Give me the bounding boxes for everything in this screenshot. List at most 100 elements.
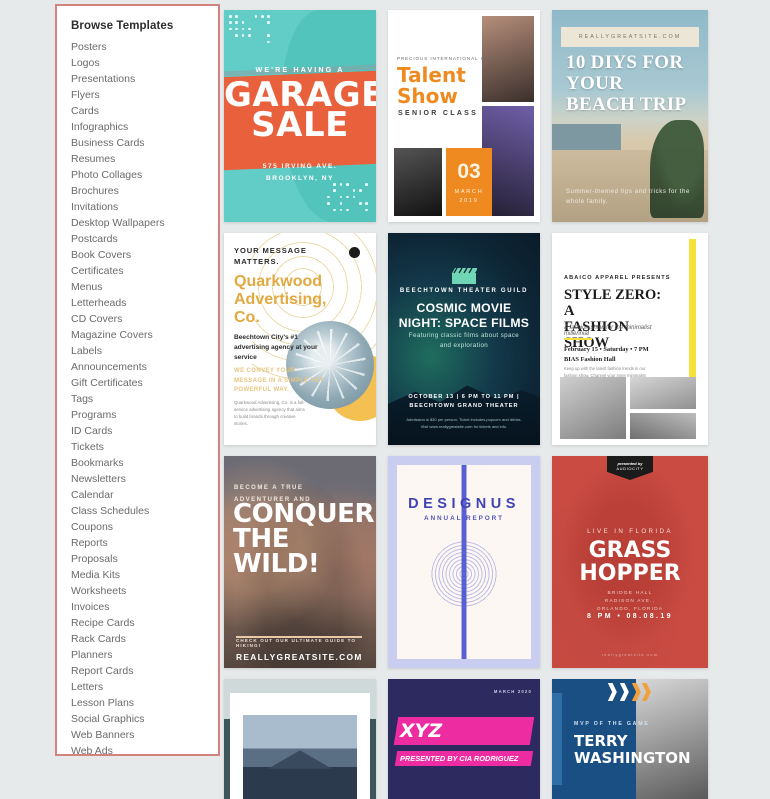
sidebar-item-web-banners[interactable]: Web Banners	[71, 727, 218, 743]
house-roof	[268, 750, 332, 768]
style-date-venue: February 15 • Saturday • 7 PM BIAS Fashi…	[564, 345, 674, 364]
sidebar-item-web-ads[interactable]: Web Ads	[71, 743, 218, 756]
garage-eyebrow: WE'RE HAVING A	[224, 65, 376, 74]
sidebar-item-rack-cards[interactable]: Rack Cards	[71, 631, 218, 647]
style-venue: BIAS Fashion Hall	[564, 355, 674, 365]
sidebar-item-media-kits[interactable]: Media Kits	[71, 567, 218, 583]
talent-year: 2019	[446, 197, 492, 206]
sidebar-item-cards[interactable]: Cards	[71, 103, 218, 119]
house-photo	[243, 715, 357, 799]
sidebar-heading: Browse Templates	[71, 20, 218, 32]
style-photo-1	[560, 377, 626, 439]
sidebar-item-recipe-cards[interactable]: Recipe Cards	[71, 615, 218, 631]
style-date: February 15 • Saturday • 7 PM	[564, 345, 674, 355]
sidebar-item-magazine-covers[interactable]: Magazine Covers	[71, 327, 218, 343]
sidebar-item-labels[interactable]: Labels	[71, 343, 218, 359]
grass-title-line2: HOPPER	[552, 562, 708, 585]
template-card-garage-sale[interactable]: WE'RE HAVING A GARAGE SALE 575 IRVING AV…	[224, 10, 376, 222]
sidebar-item-planners[interactable]: Planners	[71, 647, 218, 663]
cosmic-when: OCTOBER 13 | 6 PM TO 11 PM | BEECHTOWN G…	[397, 393, 531, 411]
designus-subtitle: ANNUAL REPORT	[388, 515, 540, 522]
template-card-conquer-the-wild[interactable]: BECOME A TRUE ADVENTURER AND CONQUER THE…	[224, 456, 376, 668]
mvp-eyebrow: MVP OF THE GAME	[574, 721, 650, 727]
sidebar-item-brochures[interactable]: Brochures	[71, 183, 218, 199]
sidebar-item-posters[interactable]: Posters	[71, 39, 218, 55]
browse-templates-sidebar[interactable]: Browse Templates Posters Logos Presentatio…	[55, 4, 220, 756]
sidebar-item-book-covers[interactable]: Book Covers	[71, 247, 218, 263]
style-title: STYLE ZERO: A FASHION SHOW	[564, 287, 674, 351]
grass-title: GRASS HOPPER	[552, 539, 708, 585]
talent-photo-guitarist	[394, 148, 442, 216]
template-card-real-estate-house[interactable]	[224, 679, 376, 799]
grass-title-line1: GRASS	[552, 539, 708, 562]
quark-tagline: Beechtown City's #1 advertising agency a…	[234, 333, 326, 363]
sidebar-item-tags[interactable]: Tags	[71, 391, 218, 407]
sidebar-item-logos[interactable]: Logos	[71, 55, 218, 71]
cosmic-when-line1: OCTOBER 13 | 6 PM TO 11 PM |	[397, 393, 531, 402]
mvp-name-line2: WASHINGTON	[574, 750, 684, 767]
sidebar-item-worksheets[interactable]: Worksheets	[71, 583, 218, 599]
cosmic-guild: BEECHTOWN THEATER GUILD	[388, 288, 540, 294]
talent-date-block: 03 MARCH 2019	[446, 148, 492, 216]
wild-title-line3: WILD!	[233, 552, 371, 577]
template-card-cosmic-movie-night[interactable]: BEECHTOWN THEATER GUILD COSMIC MOVIE NIG…	[388, 233, 540, 445]
cosmic-subtitle: Featuring classic films about space and …	[403, 331, 525, 351]
template-card-quarkwood-advertising[interactable]: YOUR MESSAGE MATTERS. Quarkwood Advertis…	[224, 233, 376, 445]
sidebar-item-tickets[interactable]: Tickets	[71, 439, 218, 455]
mvp-name-line1: TERRY	[574, 733, 684, 750]
sidebar-item-resumes[interactable]: Resumes	[71, 151, 218, 167]
sidebar-item-lesson-plans[interactable]: Lesson Plans	[71, 695, 218, 711]
sidebar-item-letterheads[interactable]: Letterheads	[71, 295, 218, 311]
sidebar-item-menus[interactable]: Menus	[71, 279, 218, 295]
template-card-grass-hopper[interactable]: presented by AUDIOCITY LIVE IN FLORIDA G…	[552, 456, 708, 668]
template-card-xyz-network[interactable]: MARCH 2020 XYZ NETWORK PRESENTED BY CIA …	[388, 679, 540, 799]
sidebar-item-certificates[interactable]: Certificates	[71, 263, 218, 279]
talent-month-year: MARCH 2019	[446, 188, 492, 206]
sidebar-item-infographics[interactable]: Infographics	[71, 119, 218, 135]
sidebar-category-list[interactable]: Posters Logos Presentations Flyers Cards Info…	[71, 39, 218, 756]
grass-eyebrow: LIVE IN FLORIDA	[552, 528, 708, 535]
cosmic-fine-print: Admission is $30 per person. Ticket incl…	[403, 417, 525, 430]
template-card-style-zero-fashion-show[interactable]: ABAICO APPAREL PRESENTS STYLE ZERO: A FA…	[552, 233, 708, 445]
talent-subtitle: SENIOR CLASS	[398, 110, 478, 117]
quark-company-name: Quarkwood Advertising, Co.	[234, 273, 344, 327]
sidebar-item-announcements[interactable]: Announcements	[71, 359, 218, 375]
sidebar-item-flyers[interactable]: Flyers	[71, 87, 218, 103]
wild-site: REALLYGREATSITE.COM	[236, 652, 363, 662]
sidebar-item-report-cards[interactable]: Report Cards	[71, 663, 218, 679]
sidebar-item-postcards[interactable]: Postcards	[71, 231, 218, 247]
sidebar-item-programs[interactable]: Programs	[71, 407, 218, 423]
sidebar-item-business-cards[interactable]: Business Cards	[71, 135, 218, 151]
beach-site-ribbon: REALLYGREATSITE.COM	[561, 27, 698, 47]
clapperboard-icon	[451, 267, 477, 285]
sidebar-item-presentations[interactable]: Presentations	[71, 71, 218, 87]
template-grid[interactable]: WE'RE HAVING A GARAGE SALE 575 IRVING AV…	[224, 10, 724, 799]
template-card-designus-annual-report[interactable]: DESIGNUS ANNUAL REPORT	[388, 456, 540, 668]
sidebar-item-id-cards[interactable]: ID Cards	[71, 423, 218, 439]
sidebar-item-invoices[interactable]: Invoices	[71, 599, 218, 615]
sidebar-item-desktop-wallpapers[interactable]: Desktop Wallpapers	[71, 215, 218, 231]
sidebar-item-photo-collages[interactable]: Photo Collages	[71, 167, 218, 183]
cosmic-when-line2: BEECHTOWN GRAND THEATER	[397, 402, 531, 411]
sidebar-item-class-schedules[interactable]: Class Schedules	[71, 503, 218, 519]
grass-time: 8 PM • 08.08.19	[552, 613, 708, 620]
sidebar-item-reports[interactable]: Reports	[71, 535, 218, 551]
template-card-mvp-of-the-game[interactable]: MVP OF THE GAME TERRY WASHINGTON	[552, 679, 708, 799]
sidebar-item-proposals[interactable]: Proposals	[71, 551, 218, 567]
sidebar-item-cd-covers[interactable]: CD Covers	[71, 311, 218, 327]
garage-address: 575 IRVING AVE. BROOKLYN, NY	[224, 161, 376, 185]
sidebar-item-calendar[interactable]: Calendar	[71, 487, 218, 503]
wild-eyebrow-line1: BECOME A TRUE	[234, 482, 344, 494]
template-card-talent-show[interactable]: PRECIOUS INTERNATIONAL SCHOOL Talent Sho…	[388, 10, 540, 222]
sidebar-item-social-graphics[interactable]: Social Graphics	[71, 711, 218, 727]
style-presenter: ABAICO APPAREL PRESENTS	[564, 275, 671, 281]
sidebar-item-letters[interactable]: Letters	[71, 679, 218, 695]
sidebar-item-coupons[interactable]: Coupons	[71, 519, 218, 535]
style-title-line1: STYLE ZERO: A	[564, 287, 674, 319]
sidebar-item-newsletters[interactable]: Newsletters	[71, 471, 218, 487]
sidebar-item-invitations[interactable]: Invitations	[71, 199, 218, 215]
template-card-beach-trip[interactable]: REALLYGREATSITE.COM 10 DIYS FOR YOUR BEA…	[552, 10, 708, 222]
talent-title-line2: Show	[397, 86, 466, 107]
sidebar-item-bookmarks[interactable]: Bookmarks	[71, 455, 218, 471]
sidebar-item-gift-certificates[interactable]: Gift Certificates	[71, 375, 218, 391]
